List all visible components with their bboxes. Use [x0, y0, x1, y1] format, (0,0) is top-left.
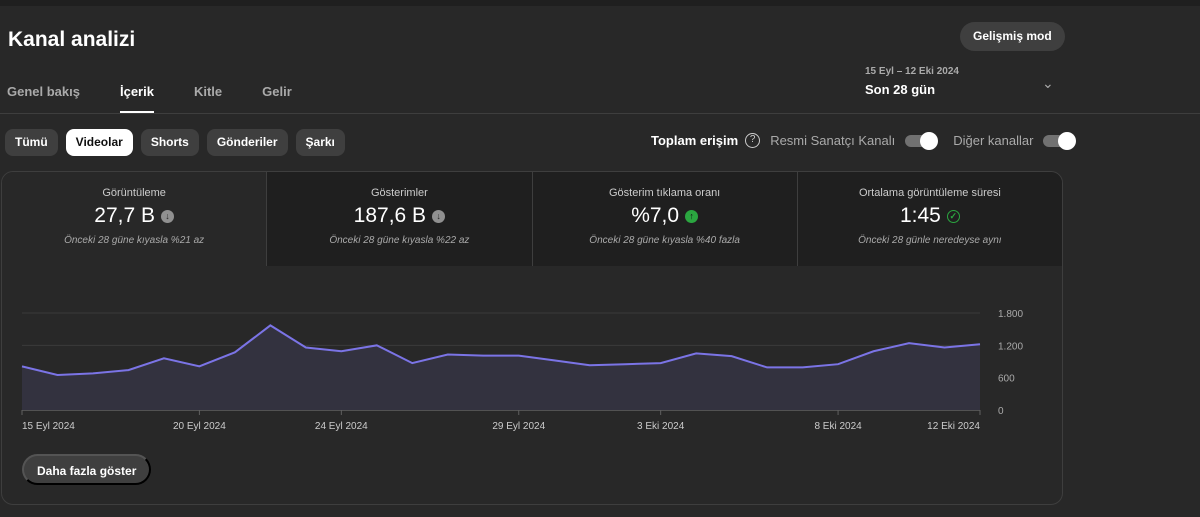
x-tick-label: 29 Eyl 2024 [492, 421, 545, 432]
x-tick-label: 15 Eyl 2024 [22, 421, 75, 432]
y-tick-label: 1.200 [998, 341, 1023, 352]
x-tick-label: 20 Eyl 2024 [173, 421, 226, 432]
x-tick-label: 12 Eki 2024 [927, 421, 980, 432]
x-tick-label: 3 Eki 2024 [637, 421, 685, 432]
area-fill [22, 325, 980, 410]
y-tick-label: 0 [998, 406, 1004, 417]
y-tick-label: 1.800 [998, 309, 1023, 320]
show-more-button[interactable]: Daha fazla göster [22, 454, 152, 485]
views-chart: 0 600 1.200 1.800 15 Eyl 2024 20 Eyl 2024 24 E… [21, 309, 1023, 432]
x-tick-label: 8 Eki 2024 [814, 421, 862, 432]
y-tick-label: 600 [998, 374, 1015, 385]
x-tick-label: 24 Eyl 2024 [315, 421, 368, 432]
